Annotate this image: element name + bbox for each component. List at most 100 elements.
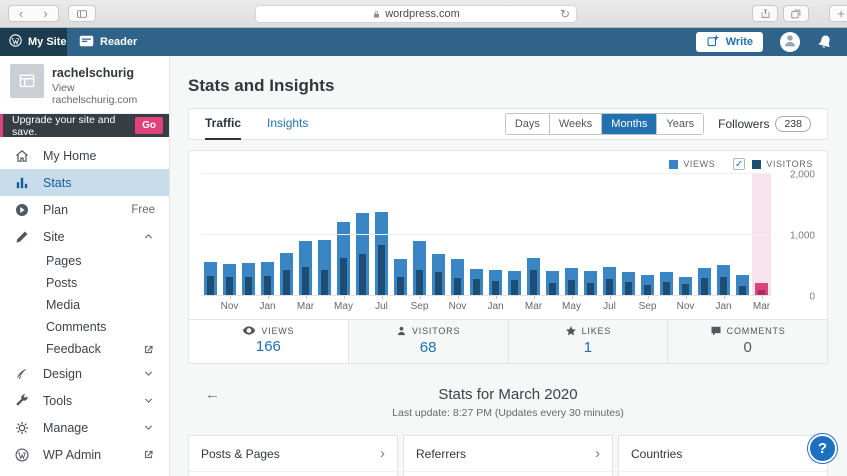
period-weeks-button[interactable]: Weeks	[549, 114, 601, 134]
chart-bar-jun-2019[interactable]	[581, 174, 600, 296]
chart-bar-oct-2019[interactable]	[657, 174, 676, 296]
upgrade-banner[interactable]: Upgrade your site and save. Go	[0, 114, 169, 137]
x-axis-slot: Nov	[220, 296, 239, 319]
chart-bar-sep-2018[interactable]	[410, 174, 429, 296]
tab-traffic[interactable]: Traffic	[205, 108, 241, 140]
chart-bar-mar-2020[interactable]	[752, 174, 771, 296]
sidebar-item-plan[interactable]: Plan Free	[0, 196, 169, 223]
chart-bar-aug-2019[interactable]	[619, 174, 638, 296]
chart-bar-may-2019[interactable]	[562, 174, 581, 296]
sidebar-menu: My HomeStats Plan Free Site Pages Posts Media C…	[0, 137, 169, 468]
chart-bar-jul-2019[interactable]	[600, 174, 619, 296]
chart-bar-apr-2018[interactable]	[315, 174, 334, 296]
browser-share-button[interactable]	[752, 5, 778, 22]
my-site-menu[interactable]: My Site	[0, 28, 67, 56]
card-header-referrers[interactable]: Referrers›	[404, 436, 612, 472]
chart-bar-mar-2019[interactable]	[524, 174, 543, 296]
sidebar-item-site[interactable]: Site	[0, 223, 169, 250]
chart-bar-apr-2019[interactable]	[543, 174, 562, 296]
x-axis-tick	[534, 296, 535, 299]
address-bar[interactable]: wordpress.com ↻	[255, 5, 577, 23]
browser-new-tab-button[interactable]: +	[829, 5, 847, 22]
browser-sidebar-toggle-button[interactable]	[68, 5, 96, 22]
profile-avatar[interactable]	[780, 32, 800, 52]
chart-bar-feb-2018[interactable]	[277, 174, 296, 296]
chart-bar-oct-2018[interactable]	[429, 174, 448, 296]
period-years-button[interactable]: Years	[656, 114, 703, 134]
summary-tab-visitors[interactable]: VISITORS68	[348, 320, 508, 363]
y-axis-tick-label: 0	[809, 292, 815, 303]
notifications-bell-icon[interactable]	[817, 34, 833, 50]
browser-back-button[interactable]: ‹	[8, 5, 34, 22]
refresh-icon[interactable]: ↻	[560, 7, 570, 21]
chart-bar-may-2018[interactable]	[334, 174, 353, 296]
sidebar-item-posts[interactable]: Posts	[0, 272, 169, 294]
card-header-posts-pages[interactable]: Posts & Pages›	[189, 436, 397, 472]
sidebar-item-feedback[interactable]: Feedback	[0, 338, 169, 360]
card-header-countries[interactable]: Countries›	[619, 436, 827, 472]
visitors-bar	[720, 277, 726, 296]
visitors-bar	[340, 258, 346, 296]
chart-bar-nov-2018[interactable]	[448, 174, 467, 296]
summary-tab-comments[interactable]: COMMENTS0	[667, 320, 827, 363]
chart-bar-dec-2019[interactable]	[695, 174, 714, 296]
sidebar-item-design[interactable]: Design	[0, 360, 169, 387]
summary-tab-views[interactable]: VIEWS166	[189, 320, 348, 363]
x-axis-tick-label: Mar	[753, 301, 770, 312]
write-button[interactable]: Write	[696, 32, 763, 52]
summary-tab-likes[interactable]: LIKES1	[508, 320, 668, 363]
chart-bar-dec-2017[interactable]	[239, 174, 258, 296]
sidebar-item-tools[interactable]: Tools	[0, 387, 169, 414]
chart-bar-dec-2018[interactable]	[467, 174, 486, 296]
sidebar-item-wp-admin[interactable]: WP Admin	[0, 441, 169, 468]
chart-bar-jan-2019[interactable]	[486, 174, 505, 296]
view-site-link[interactable]: View rachelschurig.com	[52, 82, 159, 106]
chart-bar-jan-2020[interactable]	[714, 174, 733, 296]
period-months-button[interactable]: Months	[601, 114, 656, 134]
chart-bar-nov-2019[interactable]	[676, 174, 695, 296]
followers-button[interactable]: Followers 238	[718, 116, 811, 132]
table-header: TitleViews	[189, 472, 397, 476]
visitors-checkbox[interactable]: ✓	[733, 158, 745, 170]
sidebar-item-label: Media	[46, 298, 80, 312]
browser-forward-button[interactable]: ›	[33, 5, 59, 22]
site-switcher[interactable]: rachelschurig View rachelschurig.com	[0, 56, 169, 114]
chart-bar-jan-2018[interactable]	[258, 174, 277, 296]
sidebar-item-label: Plan	[43, 203, 68, 217]
chart-bar-feb-2020[interactable]	[733, 174, 752, 296]
chart-bar-nov-2017[interactable]	[220, 174, 239, 296]
sidebar-item-pages[interactable]: Pages	[0, 250, 169, 272]
chart-bar-sep-2019[interactable]	[638, 174, 657, 296]
previous-period-arrow[interactable]: ←	[188, 386, 228, 403]
chart-bar-jul-2018[interactable]	[372, 174, 391, 296]
upgrade-go-button[interactable]: Go	[135, 117, 163, 134]
chart-bar-mar-2018[interactable]	[296, 174, 315, 296]
sidebar-item-comments[interactable]: Comments	[0, 316, 169, 338]
legend-visitors[interactable]: ✓VISITORS	[733, 158, 813, 170]
visitors-bar	[207, 276, 213, 296]
x-axis-slot	[657, 296, 676, 319]
sidebar-item-stats[interactable]: Stats	[0, 169, 169, 196]
reader-menu[interactable]: Reader	[67, 28, 149, 56]
browser-tabs-button[interactable]	[783, 5, 809, 22]
comment-icon	[710, 325, 722, 337]
period-heading-block: ← Stats for March 2020 Last update: 8:27…	[188, 386, 828, 419]
help-button[interactable]: ?	[808, 434, 837, 463]
sidebar-item-media[interactable]: Media	[0, 294, 169, 316]
tab-insights[interactable]: Insights	[267, 108, 308, 140]
period-days-button[interactable]: Days	[506, 114, 549, 134]
sidebar-item-label: Pages	[46, 254, 81, 268]
legend-views[interactable]: VIEWS	[669, 159, 715, 169]
sidebar-item-label: Comments	[46, 320, 106, 334]
sidebar-item-manage[interactable]: Manage	[0, 414, 169, 441]
write-icon	[706, 34, 720, 51]
wordpress-masthead: My Site Reader Write	[0, 28, 847, 56]
sidebar-item-my-home[interactable]: My Home	[0, 142, 169, 169]
chart-bar-oct-2017[interactable]	[201, 174, 220, 296]
chart-bar-feb-2019[interactable]	[505, 174, 524, 296]
card-posts-pages: Posts & Pages›TitleViewsHome page / Arch…	[188, 435, 398, 476]
chart-bar-aug-2018[interactable]	[391, 174, 410, 296]
plan-badge: Free	[131, 204, 155, 216]
x-axis-tick-label: Mar	[525, 301, 542, 312]
chart-bar-jun-2018[interactable]	[353, 174, 372, 296]
